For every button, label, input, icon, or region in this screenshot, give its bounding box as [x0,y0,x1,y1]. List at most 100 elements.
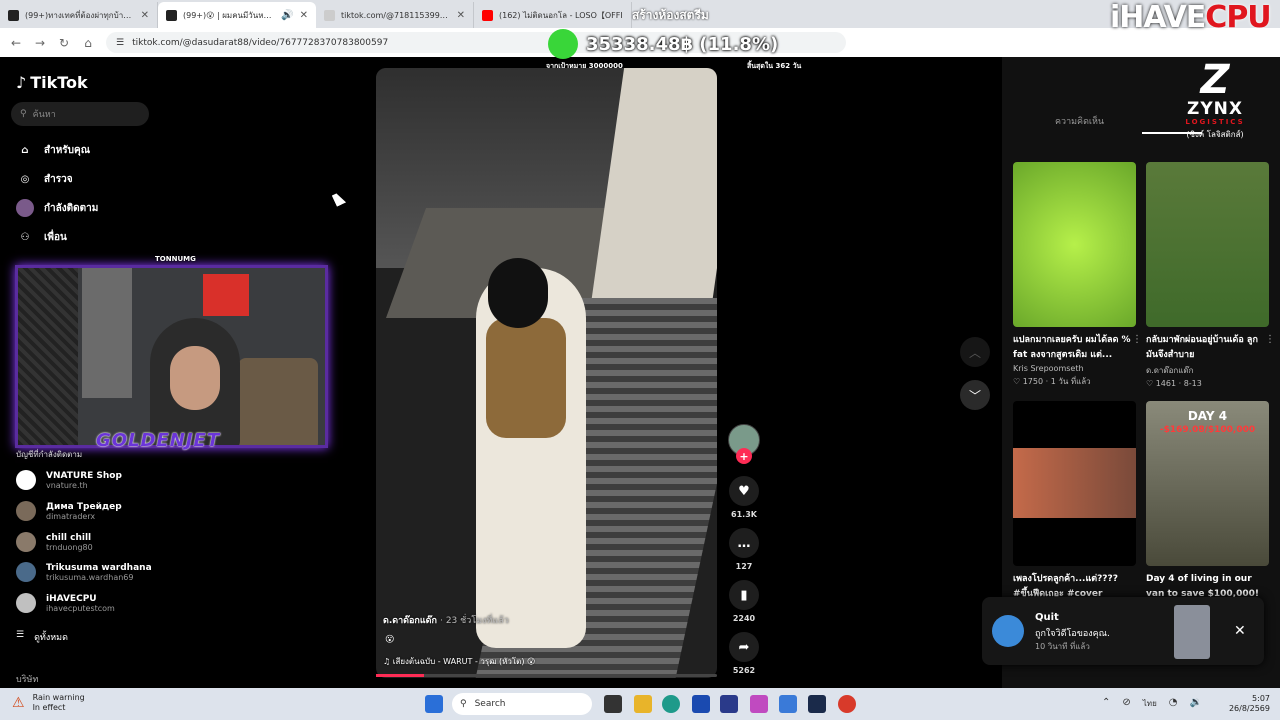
video-thumbnail[interactable] [1146,162,1269,327]
price-overlay: 35338.48฿ (11.8%) [548,29,778,59]
tiktok-logo[interactable]: ♪ TikTok [16,73,88,92]
share-button[interactable]: ➦ 5262 [728,632,760,675]
brand-logo: iHAVECPU [1110,0,1272,35]
wifi-icon[interactable]: ◔ [1169,697,1178,710]
share-icon: ➦ [729,632,759,662]
chevron-up-icon: ︿ [968,345,981,360]
comment-button[interactable]: … 127 [728,528,760,571]
network-off-icon[interactable]: ⊘ [1122,697,1130,710]
video-thumbnail[interactable]: DAY 4 -$169.08/$100,000 [1146,401,1269,566]
video-progress-bar[interactable] [376,674,717,677]
avatar [16,562,36,582]
account-item[interactable]: Дима Трейдер dimatraderx [16,501,122,521]
avatar [16,532,36,552]
see-all-button[interactable]: ☰ ดูทั้งหมด [16,630,68,644]
avatar [16,470,36,490]
home-icon[interactable]: ⌂ [76,36,100,50]
music-note-icon: ♫ [383,657,391,666]
search-icon: ⚲ [20,109,27,119]
webcam-tag: TONNUMG [155,255,196,263]
site-info-icon[interactable]: ☰ [116,38,124,48]
list-icon: ☰ [16,630,25,640]
account-item[interactable]: chill chill trnduong80 [16,532,93,552]
video-author[interactable]: ด.ดาด๊อกแด๊ก · 23 ชั่วโมงที่แล้ว [383,613,509,627]
store-icon[interactable] [720,695,738,713]
language-indicator[interactable]: ไทย [1143,697,1157,710]
video-card[interactable]: กลับมาพักผ่อนอยู่บ้านเด้อ ลูกมันจึงสำบาย… [1146,162,1275,388]
status-dot-icon [548,29,578,59]
menu-item-explore[interactable]: ◎ สำรวจ [16,170,73,188]
weather-widget[interactable]: ⚠ Rain warning In effect [12,693,85,713]
avatar [16,501,36,521]
video-card[interactable]: DAY 4 -$169.08/$100,000 Day 4 of living … [1146,401,1269,602]
like-button[interactable]: ♥ 61.3K [728,476,760,519]
more-options-icon[interactable]: ⋮ [1132,334,1142,345]
file-explorer-icon[interactable] [634,695,652,713]
close-tab-icon[interactable]: ✕ [300,10,308,21]
system-tray: ⌃ ⊘ ไทย ◔ 🔉 [1102,697,1202,710]
menu-item-following[interactable]: กำลังติดตาม [16,199,98,217]
bookmark-icon: ▮ [729,580,759,610]
stream-room-title: สร้างห้องสตรีม [632,8,709,22]
app-icon[interactable] [692,695,710,713]
windows-start-icon[interactable] [425,695,443,713]
tiktok-note-icon: ♪ [16,73,27,92]
avatar [992,615,1024,647]
previous-video-button[interactable]: ︿ [960,337,990,367]
browser-tab[interactable]: (99+)ทางเทคที่ต้องผ่าทุกบ้าน | yadab✕ [0,2,158,28]
price-text: 35338.48฿ (11.8%) [586,33,779,55]
taskbar-search[interactable]: ⚲ Search [452,693,592,715]
follow-plus-icon[interactable]: + [736,448,752,464]
close-tab-icon[interactable]: ✕ [457,10,465,21]
outlook-icon[interactable] [779,695,797,713]
webcam-name: GOLDENJET [96,430,221,451]
video-thumbnail[interactable] [1013,162,1136,327]
next-video-button[interactable]: ﹀ [960,380,990,410]
video-thumbnail[interactable] [1174,605,1210,659]
clock[interactable]: 5:07 26/8/2569 [1228,694,1270,714]
close-icon[interactable]: ✕ [1234,623,1246,639]
windows-taskbar: ⚠ Rain warning In effect ⚲ Search ⌃ ⊘ ไทย … [0,688,1280,720]
warning-icon: ⚠ [12,695,25,711]
browser-tab[interactable]: tiktok.com/@7181153997444 ✕ [316,2,474,28]
menu-item-friends[interactable]: ⚇ เพื่อน [16,228,67,246]
chevron-up-icon[interactable]: ⌃ [1102,697,1110,710]
copilot-icon[interactable] [750,695,768,713]
video-card[interactable]: เพลงโปรดลูกค้า...แต่???? #ขึ้นฟีดเถอะ #c… [1013,401,1136,602]
youtube-favicon-icon [482,9,493,21]
video-thumbnail[interactable] [1013,401,1136,566]
compass-icon: ◎ [20,173,30,185]
edge-icon[interactable] [662,695,680,713]
close-tab-icon[interactable]: ✕ [141,10,149,21]
loading-favicon-icon [324,9,335,21]
reload-icon[interactable]: ↻ [52,36,76,50]
chrome-icon[interactable] [838,695,856,713]
more-options-icon[interactable]: ⋮ [1265,334,1275,345]
video-description: 😮 [385,635,395,645]
search-input[interactable]: ⚲ ค้นหา [11,102,149,126]
notification-toast[interactable]: Quit ถูกใจวิดีโอของคุณ. 10 วินาที ที่แล้… [982,597,1264,665]
company-link[interactable]: บริษัท [16,672,38,686]
task-view-icon[interactable] [604,695,622,713]
chevron-down-icon: ﹀ [968,388,981,403]
browser-tab-active[interactable]: (99+)😮 | ผมคนมีวันหาย | Ti🔊✕ [158,2,316,28]
friends-icon: ⚇ [20,231,30,243]
speaker-icon[interactable]: 🔊 [281,10,293,21]
account-item[interactable]: iHAVECPU ihavecputestcom [16,593,115,613]
tab-comments[interactable]: ความคิดเห็น [1055,114,1104,128]
video-player[interactable] [376,68,717,678]
video-progress-fill [376,674,424,677]
video-card[interactable]: แปลกมากเลยครับ ผมได้ลด % fat ลงจากสูตรเด… [1013,162,1142,388]
video-sound[interactable]: ♫ เสียงต้นฉบับ - WARUT - วรุฒ (หัวโต) 😮 [383,655,535,668]
account-item[interactable]: Trikusuma wardhana trikusuma.wardhan69 [16,562,152,582]
steam-icon[interactable] [808,695,826,713]
back-icon[interactable]: ← [4,36,28,50]
avatar [16,593,36,613]
forward-icon[interactable]: → [28,36,52,50]
save-button[interactable]: ▮ 2240 [728,580,760,623]
account-item[interactable]: VNATURE Shop vnature.th [16,470,122,490]
browser-tab[interactable]: (162) ไม่ติดนอกโล - LOSO【OFFI [474,2,632,28]
menu-item-for-you[interactable]: ⌂ สำหรับคุณ [16,141,90,159]
volume-icon[interactable]: 🔉 [1190,697,1202,710]
following-accounts-title: บัญชีที่กำลังติดตาม [16,450,83,459]
